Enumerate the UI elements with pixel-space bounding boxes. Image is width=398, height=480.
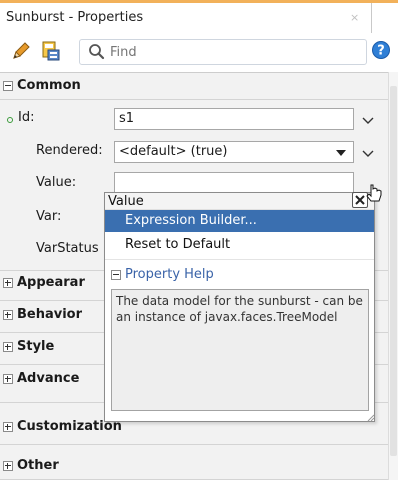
section-common[interactable]: Common	[0, 77, 388, 97]
help-icon[interactable]: ?	[371, 40, 391, 64]
mouse-cursor-icon	[365, 182, 385, 208]
expand-icon[interactable]	[3, 374, 13, 384]
property-help-box: The data model for the sunburst - can be…	[111, 289, 369, 411]
id-field[interactable]: s1	[114, 108, 354, 130]
resize-grip-icon[interactable]	[367, 411, 375, 426]
varstatus-label: VarStatus	[36, 241, 99, 256]
var-label: Var:	[36, 209, 62, 224]
menu-item-reset-to-default[interactable]: Reset to Default	[105, 234, 374, 256]
search-icon	[88, 43, 106, 65]
section-label: Behavior	[17, 307, 83, 322]
rendered-label: Rendered:	[36, 143, 103, 158]
collapse-icon[interactable]	[111, 270, 121, 280]
rendered-select[interactable]: <default> (true)	[114, 141, 354, 163]
divider	[105, 259, 374, 260]
window-title: Sunburst - Properties	[6, 10, 144, 25]
id-value: s1	[119, 111, 135, 126]
search-input[interactable]	[108, 42, 358, 62]
pencil-icon[interactable]	[10, 40, 32, 66]
svg-text:?: ?	[377, 44, 385, 59]
id-label: Id:	[18, 110, 35, 125]
property-help-label: Property Help	[125, 267, 214, 282]
section-label: Advance	[17, 371, 80, 386]
menu-item-label: Expression Builder...	[125, 213, 257, 228]
value-field[interactable]	[114, 172, 354, 194]
menu-item-label: Reset to Default	[125, 237, 231, 252]
expand-icon[interactable]	[3, 342, 13, 352]
dropdown-arrow-icon	[336, 150, 346, 156]
popup-header: Value	[105, 193, 374, 210]
expand-icon[interactable]	[3, 278, 13, 288]
divider	[0, 99, 388, 100]
section-style[interactable]: Style	[0, 338, 104, 358]
section-appearance[interactable]: Appearar	[0, 274, 104, 294]
properties-tab[interactable]: Sunburst - Properties ×	[0, 3, 372, 33]
expand-icon[interactable]	[3, 422, 13, 432]
rendered-value: <default> (true)	[119, 144, 228, 159]
divider	[0, 444, 388, 445]
collapse-icon[interactable]	[3, 81, 13, 91]
data-binding-icon[interactable]	[40, 40, 62, 66]
section-label: Other	[17, 458, 59, 473]
section-label: Common	[17, 78, 81, 93]
property-help-text: The data model for the sunburst - can be…	[116, 294, 363, 324]
section-other[interactable]: Other	[0, 457, 388, 477]
section-label: Style	[17, 339, 55, 354]
chevron-down-icon[interactable]	[362, 148, 374, 163]
scrollbar-thumb[interactable]	[390, 86, 397, 456]
section-behavior[interactable]: Behavior	[0, 306, 104, 326]
value-label: Value:	[36, 175, 77, 190]
vertical-scrollbar[interactable]	[388, 72, 398, 480]
popup-title: Value	[108, 194, 144, 209]
expand-icon[interactable]	[3, 310, 13, 320]
expand-icon[interactable]	[3, 461, 13, 471]
section-label: Appearar	[17, 275, 85, 290]
section-advanced[interactable]: Advance	[0, 370, 104, 390]
window-titlebar: Sunburst - Properties ×	[0, 3, 398, 33]
required-indicator-icon	[7, 117, 13, 123]
value-popup-menu: Value Expression Builder... Reset to Def…	[104, 192, 375, 422]
search-field[interactable]	[79, 39, 367, 65]
menu-item-expression-builder[interactable]: Expression Builder...	[105, 210, 374, 232]
chevron-down-icon[interactable]	[362, 115, 374, 130]
close-tab-button[interactable]: ×	[350, 11, 359, 24]
